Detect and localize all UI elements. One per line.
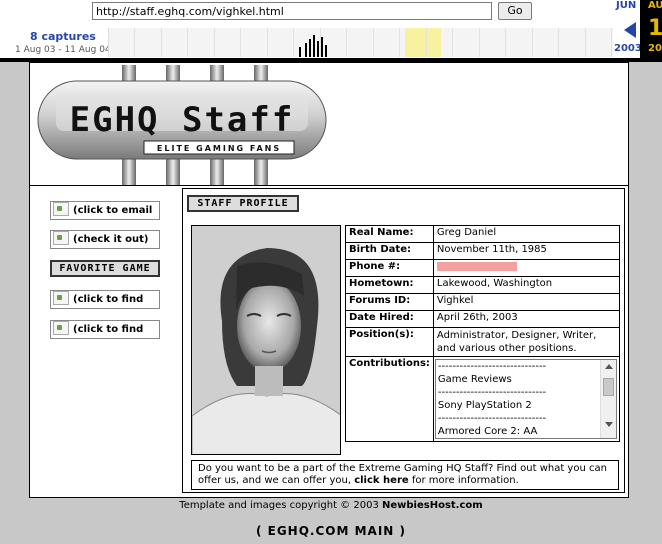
table-row: Forums ID: Vighkel [345, 293, 621, 311]
timeline-month[interactable] [162, 28, 188, 57]
scroll-up-icon[interactable] [604, 364, 613, 369]
field-label: Birth Date: [345, 242, 434, 260]
copyright-text: Template and images copyright © 2003 New… [179, 500, 483, 511]
broken-image-icon [53, 202, 69, 216]
capture-tick[interactable] [309, 39, 311, 57]
banner-divider [30, 185, 628, 186]
field-value: Administrator, Designer, Writer, and var… [432, 327, 621, 357]
prev-month-label[interactable]: JUN [616, 0, 636, 11]
logo-text: EGHQ Staff [70, 100, 295, 140]
timeline-month[interactable] [109, 28, 135, 57]
field-value: Greg Daniel [432, 225, 621, 243]
field-value: ------------------------------ Game Revi… [432, 356, 621, 442]
field-label: Contributions: [345, 356, 434, 442]
capture-timeline[interactable] [108, 28, 613, 57]
field-value: April 26th, 2003 [432, 310, 621, 328]
capture-tick[interactable] [317, 41, 319, 57]
contributions-scrollbar[interactable] [599, 360, 616, 438]
table-row: Contributions: -------------------------… [345, 356, 621, 442]
capture-tick[interactable] [321, 37, 323, 57]
staff-photo [191, 225, 341, 455]
timeline-month[interactable] [242, 28, 268, 57]
table-row: Real Name: Greg Daniel [345, 225, 621, 243]
contributions-textarea[interactable]: ------------------------------ Game Revi… [434, 359, 617, 439]
list-item: ------------------------------ [437, 387, 547, 398]
phone-redaction [436, 261, 517, 271]
timeline-month[interactable] [268, 28, 294, 57]
timeline-month[interactable] [136, 28, 162, 57]
page-container: EGHQ Staff ELITE GAMING FANS (click to e… [29, 62, 629, 498]
field-value [432, 259, 621, 277]
table-row: Date Hired: April 26th, 2003 [345, 310, 621, 328]
field-label: Phone #: [345, 259, 434, 277]
timeline-month[interactable] [427, 28, 453, 57]
current-year-label: 20 [648, 43, 662, 54]
field-label: Hometown: [345, 276, 434, 294]
list-item: Armored Core 2: AA [437, 426, 538, 437]
scroll-down-icon[interactable] [604, 422, 613, 427]
prev-year-label[interactable]: 2003 [614, 43, 642, 54]
list-item: Sony PlayStation 2 [437, 400, 532, 411]
check-it-out-button[interactable]: (check it out) [50, 230, 160, 249]
field-label: Forums ID: [345, 293, 434, 311]
email-button[interactable]: (click to email [50, 201, 160, 220]
list-item: Game Reviews [437, 374, 512, 385]
capture-tick[interactable] [305, 43, 307, 57]
field-value: Lakewood, Washington [432, 276, 621, 294]
find-button-1[interactable]: (click to find [50, 290, 160, 309]
field-label: Position(s): [345, 327, 434, 357]
broken-image-icon [53, 231, 69, 245]
capture-tick[interactable] [313, 35, 315, 57]
timeline-month[interactable] [401, 28, 427, 57]
field-value: November 11th, 1985 [432, 242, 621, 260]
list-item: ------------------------------ [437, 413, 547, 424]
staff-profile-panel: STAFF PROFILE Real Name: Greg Daniel Bir… [182, 188, 625, 493]
list-item: ------------------------------ [437, 361, 547, 372]
capture-tick[interactable] [325, 45, 327, 57]
table-row: Hometown: Lakewood, Washington [345, 276, 621, 294]
broken-image-icon [53, 321, 69, 335]
newbieshost-link[interactable]: NewbiesHost.com [382, 500, 483, 511]
logo-tagline: ELITE GAMING FANS [157, 144, 281, 153]
eghq-staff-logo: EGHQ Staff ELITE GAMING FANS [34, 65, 330, 185]
capture-tick[interactable] [299, 47, 301, 57]
captures-link[interactable]: 8 captures [30, 30, 96, 43]
contributions-list: ------------------------------ Game Revi… [438, 360, 600, 438]
prev-capture-arrow-icon[interactable] [624, 22, 636, 38]
timeline-month[interactable] [215, 28, 241, 57]
favorite-game-heading: FAVORITE GAME [50, 260, 160, 277]
timeline-month[interactable] [480, 28, 506, 57]
current-month-label: AU [648, 0, 662, 11]
timeline-month[interactable] [189, 28, 215, 57]
timeline-month[interactable] [533, 28, 559, 57]
field-label: Date Hired: [345, 310, 434, 328]
capture-date-range: 1 Aug 03 - 11 Aug 04 [15, 45, 111, 55]
timeline-month[interactable] [348, 28, 374, 57]
timeline-month[interactable] [560, 28, 586, 57]
eghq-main-link[interactable]: ( EGHQ.COM MAIN ) [0, 524, 662, 538]
wayback-url-input[interactable] [92, 2, 492, 20]
table-row: Birth Date: November 11th, 1985 [345, 242, 621, 260]
find-button-2[interactable]: (click to find [50, 320, 160, 339]
join-staff-message: Do you want to be a part of the Extreme … [191, 460, 619, 490]
table-row: Position(s): Administrator, Designer, Wr… [345, 327, 621, 357]
timeline-month[interactable] [507, 28, 533, 57]
go-button[interactable]: Go [498, 2, 532, 20]
profile-info-table: Real Name: Greg Daniel Birth Date: Novem… [345, 225, 621, 442]
scroll-thumb[interactable] [602, 378, 614, 396]
wayback-toolbar: Go 8 captures 1 Aug 03 - 11 Aug 04 JUN 2… [0, 0, 662, 62]
timeline-month[interactable] [374, 28, 400, 57]
current-day-label: 1 [648, 16, 662, 41]
field-label: Real Name: [345, 225, 434, 243]
field-value: Vighkel [432, 293, 621, 311]
timeline-month[interactable] [586, 28, 612, 57]
staff-profile-heading: STAFF PROFILE [187, 195, 299, 212]
timeline-month[interactable] [454, 28, 480, 57]
table-row: Phone #: [345, 259, 621, 277]
broken-image-icon [53, 291, 69, 305]
click-here-link[interactable]: click here [354, 475, 408, 486]
